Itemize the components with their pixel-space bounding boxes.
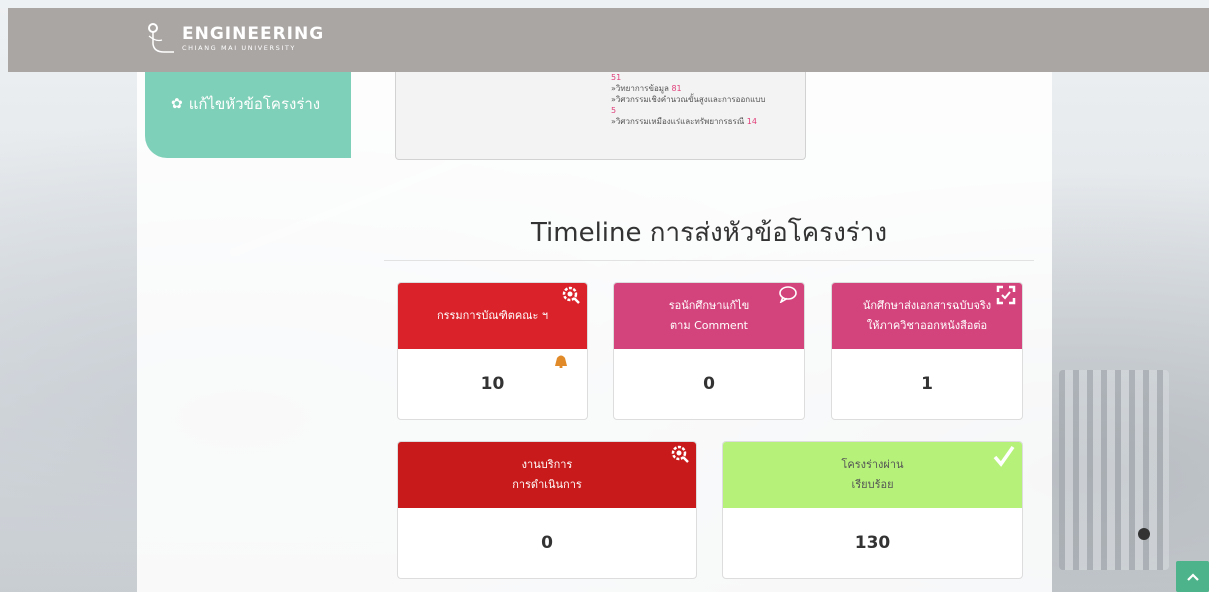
background-binders xyxy=(1059,370,1169,570)
card-label-line1: รอนักศึกษาแก้ไข xyxy=(668,299,750,312)
card-count: 0 xyxy=(541,533,553,553)
search-gear-icon xyxy=(561,285,581,310)
sidebar-menu: ✿ แก้ไขหัวข้อโครงร่าง xyxy=(145,72,351,158)
scroll-to-top-button[interactable] xyxy=(1176,561,1209,592)
title-divider xyxy=(384,260,1034,261)
card-header: งานบริการ การดำเนินการ xyxy=(398,442,696,508)
stats-line[interactable]: »วิทยาการข้อมูล 81 xyxy=(611,83,765,94)
search-gear-icon xyxy=(670,444,690,469)
expand-icon xyxy=(996,285,1016,310)
stats-line[interactable]: »วิศวกรรมเหมืองแร่และทรัพยากรธรณี 14 xyxy=(611,116,765,127)
card-count: 1 xyxy=(921,374,933,394)
card-header: นักศึกษาส่งเอกสารฉบับจริง ให้ภาควิชาออกห… xyxy=(832,283,1022,349)
card-header: โครงร่างผ่าน เรียบร้อย xyxy=(723,442,1022,508)
card-label-line2: ให้ภาควิชาออกหนังสือต่อ xyxy=(866,319,988,332)
stats-box: 51 »วิทยาการข้อมูล 81 »วิศวกรรมเชิงคำนวณ… xyxy=(395,72,806,160)
card-header: รอนักศึกษาแก้ไข ตาม Comment xyxy=(614,283,804,349)
stats-line: 5 xyxy=(611,106,617,115)
card-label-line2: การดำเนินการ xyxy=(512,478,582,491)
engineering-logo[interactable]: ENGINEERING CHIANG MAI UNIVERSITY xyxy=(144,22,324,56)
card-label-line1: นักศึกษาส่งเอกสารฉบับจริง xyxy=(862,299,992,312)
timeline-card-service-processing[interactable]: งานบริการ การดำเนินการ 0 xyxy=(397,441,697,579)
stats-line[interactable]: »วิศวกรรมเชิงคำนวณขั้นสูงและการออกแบบ xyxy=(611,94,765,105)
gear-icon: ✿ xyxy=(171,96,183,112)
sidebar-item-label: แก้ไขหัวข้อโครงร่าง xyxy=(188,95,321,113)
chevron-up-icon xyxy=(1186,569,1199,585)
card-label-line2: เรียบร้อย xyxy=(851,478,894,491)
logo-title: ENGINEERING xyxy=(182,24,325,45)
card-label-line1: งานบริการ xyxy=(521,458,573,471)
sidebar-item-edit-topic[interactable]: ✿ แก้ไขหัวข้อโครงร่าง xyxy=(171,92,320,116)
card-count: 0 xyxy=(703,374,715,394)
timeline-card-approved[interactable]: โครงร่างผ่าน เรียบร้อย 130 xyxy=(722,441,1023,579)
top-header: ENGINEERING CHIANG MAI UNIVERSITY xyxy=(8,8,1209,72)
timeline-card-submit-documents[interactable]: นักศึกษาส่งเอกสารฉบับจริง ให้ภาควิชาออกห… xyxy=(831,282,1023,420)
timeline-title: Timeline การส่งหัวข้อโครงร่าง xyxy=(530,218,888,248)
background-dot xyxy=(1138,528,1150,540)
timeline-card-awaiting-revision[interactable]: รอนักศึกษาแก้ไข ตาม Comment 0 xyxy=(613,282,805,420)
card-label-line2: ตาม Comment xyxy=(670,319,748,332)
card-header: กรรมการบัณฑิตคณะ ฯ xyxy=(398,283,587,349)
check-icon xyxy=(992,444,1016,473)
stats-list: 51 »วิทยาการข้อมูล 81 »วิศวกรรมเชิงคำนวณ… xyxy=(611,72,765,127)
stats-line: 51 xyxy=(611,73,622,82)
comment-icon xyxy=(778,285,798,308)
card-label: กรรมการบัณฑิตคณะ ฯ xyxy=(436,309,549,322)
timeline-card-faculty-committee[interactable]: กรรมการบัณฑิตคณะ ฯ 10 xyxy=(397,282,588,420)
logo-subtitle: CHIANG MAI UNIVERSITY xyxy=(182,44,296,53)
card-count: 130 xyxy=(854,533,891,553)
card-label-line1: โครงร่างผ่าน xyxy=(841,458,904,471)
bell-icon xyxy=(553,353,569,369)
logo-icon xyxy=(144,22,178,56)
